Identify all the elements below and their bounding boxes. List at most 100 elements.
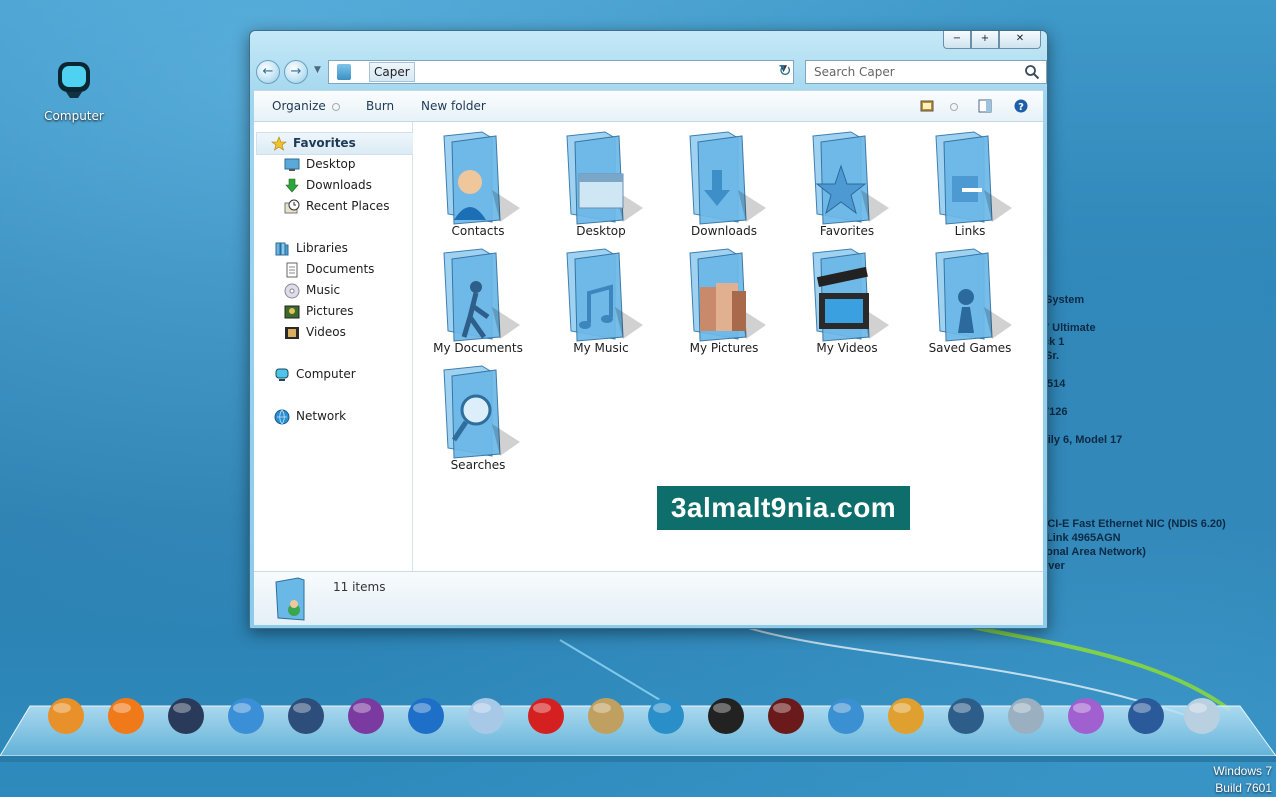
desktop-computer-shortcut[interactable]: Computer (40, 58, 108, 123)
folder-tile[interactable]: Links (915, 130, 1025, 238)
sysinfo-line: Link 4965AGN (1046, 532, 1121, 544)
recent-pages-dropdown[interactable]: ▼ (314, 65, 321, 75)
folder-tile[interactable]: Favorites (792, 130, 902, 238)
firefox-icon[interactable] (104, 694, 148, 738)
pc-tower-icon[interactable] (944, 694, 988, 738)
folder-tile[interactable]: My Pictures (669, 247, 779, 355)
feather-icon[interactable] (464, 694, 508, 738)
nav-item-documents[interactable]: Documents (284, 261, 374, 278)
nav-label: Recent Places (306, 199, 390, 213)
folder-label: Contacts (451, 224, 505, 238)
change-view-icon[interactable] (920, 99, 934, 113)
os-name: Windows 7 (1213, 764, 1272, 778)
folder-tile[interactable]: Searches (423, 364, 533, 472)
nav-label: Documents (306, 262, 375, 276)
organize-menu[interactable]: Organize (272, 91, 340, 121)
preview-pane-icon[interactable] (978, 99, 992, 113)
folder-icon (443, 131, 520, 225)
folder-icon (812, 248, 889, 342)
command-bar: Organize Burn New folder ? (254, 90, 1043, 122)
monitor-icon[interactable] (644, 694, 688, 738)
folder-tile[interactable]: Desktop (546, 130, 656, 238)
breadcrumb-caper[interactable]: Caper (369, 62, 415, 82)
sysinfo-line: 514 (1047, 378, 1066, 390)
paint-splash-icon[interactable] (1064, 694, 1108, 738)
folder-tile[interactable]: Contacts (423, 130, 533, 238)
sysinfo-line: 7 Ultimate (1043, 322, 1096, 334)
disc-burner-icon[interactable] (884, 694, 928, 738)
recent-places-icon (284, 199, 300, 213)
spider-solitaire-icon[interactable] (344, 694, 388, 738)
folder-tile[interactable]: Downloads (669, 130, 779, 238)
max-payne-icon[interactable] (704, 694, 748, 738)
skull-icon[interactable] (764, 694, 808, 738)
caption-buttons: − + ✕ (943, 31, 1041, 49)
recycle-bin-icon[interactable] (1180, 694, 1224, 738)
star-icon (271, 135, 287, 151)
folder-tile[interactable]: My Documents (423, 247, 533, 355)
camera-icon[interactable] (1124, 694, 1168, 738)
folder-tile[interactable]: My Music (546, 247, 656, 355)
maximize-button[interactable]: + (971, 31, 999, 49)
sysinfo-line: nily 6, Model 17 (1041, 434, 1123, 446)
folder-icon (689, 248, 766, 342)
nav-item-music[interactable]: Music (284, 282, 340, 299)
close-button[interactable]: ✕ (999, 31, 1041, 49)
minimize-button[interactable]: − (943, 31, 971, 49)
search-input[interactable]: Search Caper (814, 61, 895, 83)
sysinfo-line: sonal Area Network) (1040, 546, 1146, 558)
nav-favorites-header[interactable]: Favorites (256, 132, 422, 155)
search-box[interactable]: Search Caper (805, 60, 1047, 84)
forward-button[interactable]: → (284, 60, 308, 84)
nav-item-videos[interactable]: Videos (284, 324, 346, 341)
svg-text:?: ? (1018, 102, 1024, 113)
music-disc-icon (284, 283, 300, 298)
sysinfo-line: System (1045, 294, 1085, 306)
pen-icon[interactable] (284, 694, 328, 738)
watermark-banner: 3almalt9nia.com (657, 486, 910, 530)
atari-icon[interactable] (524, 694, 568, 738)
folder-tile[interactable]: My Videos (792, 247, 902, 355)
folder-icon (443, 248, 520, 342)
nav-label: Computer (296, 367, 356, 381)
nav-item-downloads[interactable]: Downloads (284, 177, 372, 194)
nav-label: Pictures (306, 304, 354, 318)
hard-drive-icon[interactable] (1004, 694, 1048, 738)
lunar-lander-icon[interactable] (584, 694, 628, 738)
refresh-icon: ↻ (778, 61, 792, 80)
nav-computer[interactable]: Computer (274, 366, 356, 383)
refresh-button[interactable]: ↻ (774, 60, 796, 82)
folder-icon (443, 365, 520, 459)
folder-label: My Pictures (689, 341, 759, 355)
orb-icon[interactable] (404, 694, 448, 738)
nav-item-recent-places[interactable]: Recent Places (284, 198, 389, 215)
desktop-computer-label: Computer (44, 109, 104, 123)
nav-label: Desktop (306, 157, 356, 171)
computer-icon (58, 62, 90, 98)
globe-icon[interactable] (224, 694, 268, 738)
nav-libraries-header[interactable]: Libraries (274, 240, 348, 257)
details-pane: 11 items (254, 571, 1043, 625)
explorer-window: − + ✕ ← → ▼ Caper ▼ ↻ Search Caper Organ… (249, 30, 1048, 629)
nav-label: Libraries (296, 241, 348, 255)
folder-label: Desktop (576, 224, 626, 238)
back-arrow-icon: ← (262, 64, 274, 79)
view-options-icon[interactable] (944, 91, 958, 121)
settings-gear-icon[interactable] (44, 694, 88, 738)
nav-item-pictures[interactable]: Pictures (284, 303, 354, 320)
nav-network[interactable]: Network (274, 408, 346, 425)
folder-tile[interactable]: Saved Games (915, 247, 1025, 355)
address-bar[interactable]: Caper ▼ (328, 60, 794, 84)
network-globe-icon (274, 409, 290, 424)
help-icon[interactable]: ? (1014, 99, 1028, 113)
documents-icon (286, 262, 298, 277)
nav-label: Network (296, 409, 347, 423)
wolf-icon[interactable] (164, 694, 208, 738)
media-reel-icon[interactable] (824, 694, 868, 738)
back-button[interactable]: ← (256, 60, 280, 84)
new-folder-button[interactable]: New folder (421, 91, 486, 121)
nav-label: Downloads (306, 178, 372, 192)
burn-button[interactable]: Burn (366, 91, 394, 121)
search-icon[interactable] (1024, 64, 1040, 80)
nav-item-desktop[interactable]: Desktop (284, 156, 356, 173)
